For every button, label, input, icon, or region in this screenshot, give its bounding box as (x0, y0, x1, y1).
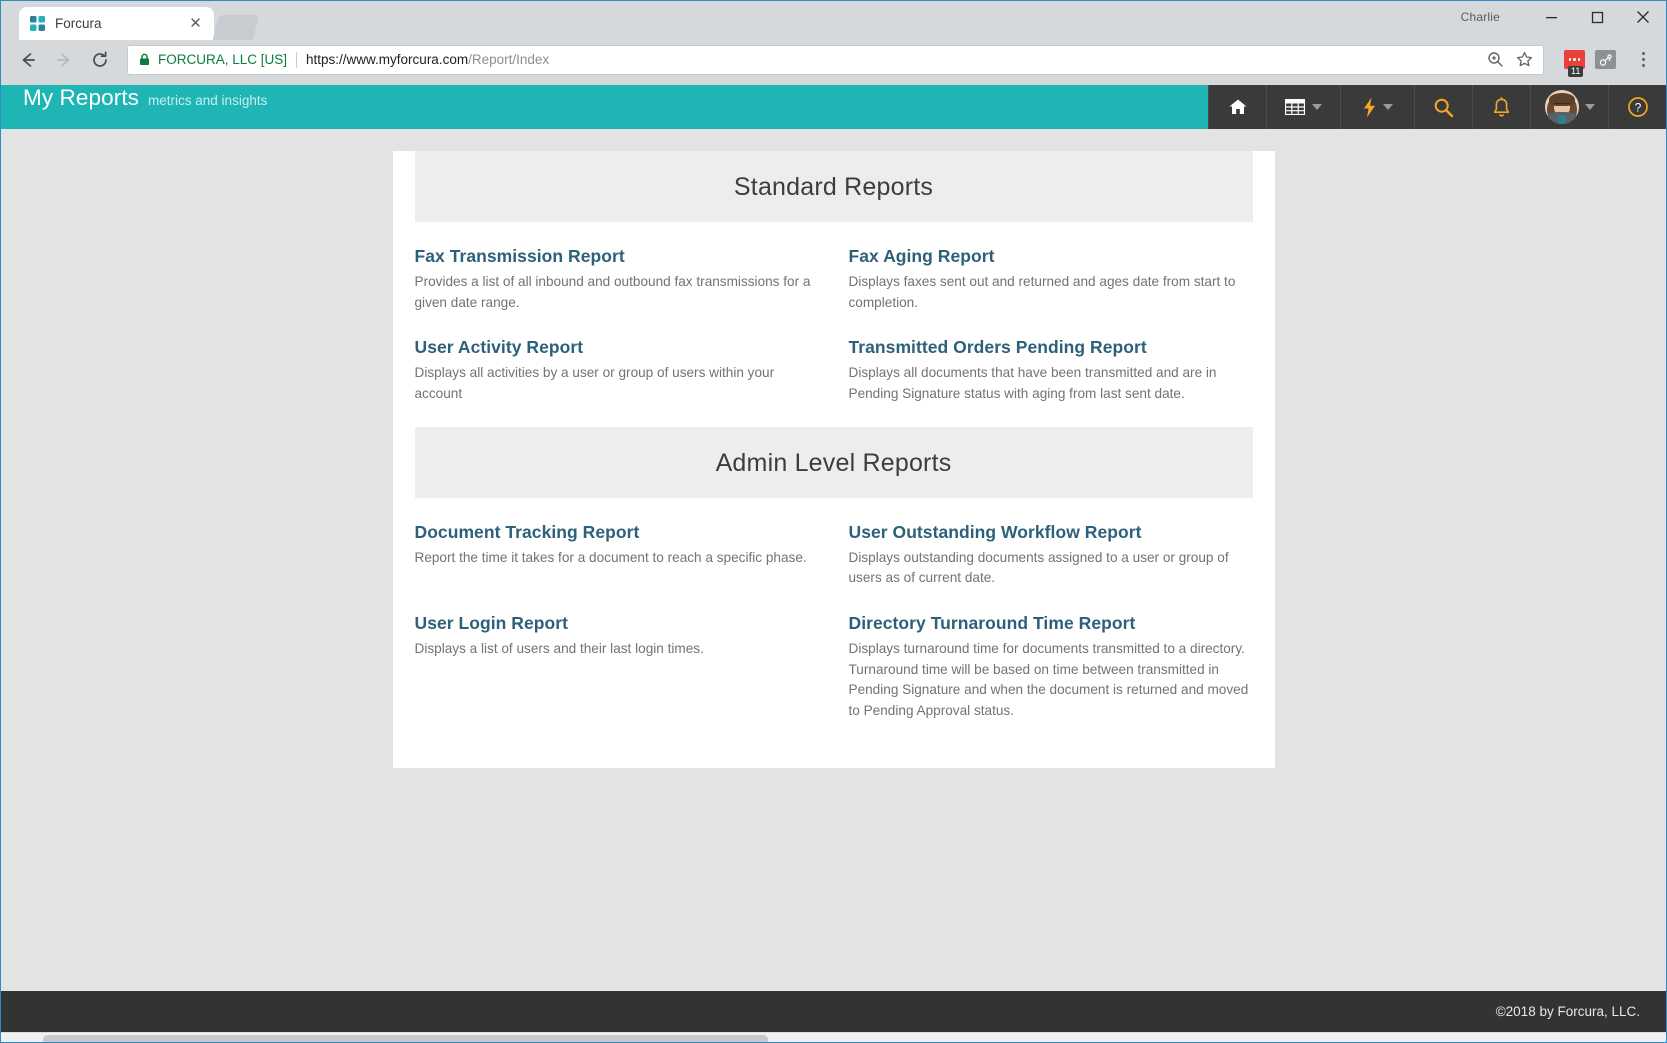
app-nav: ? (1208, 85, 1666, 129)
report-link-fax-transmission[interactable]: Fax Transmission Report (415, 246, 625, 267)
omnibox-divider (296, 51, 298, 68)
copyright-text: ©2018 by Forcura, LLC. (1495, 1004, 1640, 1019)
page-subtitle: metrics and insights (148, 93, 268, 108)
nav-item-home[interactable] (1208, 85, 1266, 129)
nav-item-search[interactable] (1414, 85, 1472, 129)
report-description: Displays faxes sent out and returned and… (848, 274, 1236, 310)
horizontal-scrollbar-thumb[interactable] (43, 1035, 768, 1042)
report-description: Displays all activities by a user or gro… (414, 365, 775, 401)
minimize-icon[interactable] (1528, 1, 1574, 33)
page-footer: ©2018 by Forcura, LLC. (1, 991, 1666, 1032)
report-description: Displays a list of users and their last … (414, 640, 704, 656)
new-tab-button[interactable] (212, 15, 260, 40)
avatar (1544, 90, 1579, 124)
tab-strip: Forcura ✕ Charlie (1, 1, 1666, 40)
search-icon (1433, 97, 1454, 118)
report-item: Document Tracking Report Report the time… (415, 498, 819, 589)
report-link-document-tracking[interactable]: Document Tracking Report (415, 522, 640, 543)
report-link-user-login[interactable]: User Login Report (415, 613, 569, 634)
url-path: /Report/Index (468, 52, 550, 67)
extension-hubspot-icon[interactable] (1595, 50, 1616, 69)
forcura-favicon-icon (29, 15, 46, 32)
report-link-user-activity[interactable]: User Activity Report (415, 337, 584, 358)
section-heading-admin-level-reports: Admin Level Reports (414, 426, 1253, 498)
browser-tab-forcura[interactable]: Forcura ✕ (19, 7, 214, 40)
horizontal-scrollbar[interactable] (1, 1032, 1666, 1042)
chevron-down-icon (1312, 104, 1322, 110)
svg-text:?: ? (1634, 101, 1641, 115)
reports-card: Standard Reports Fax Transmission Report… (392, 151, 1275, 768)
extension-red-icon[interactable]: 11 (1564, 50, 1585, 77)
lock-icon (138, 53, 151, 66)
report-description: Report the time it takes for a document … (414, 549, 807, 565)
section-heading-standard-reports: Standard Reports (414, 151, 1253, 222)
nav-item-notifications[interactable] (1472, 85, 1530, 129)
report-link-user-outstanding-workflow[interactable]: User Outstanding Workflow Report (849, 522, 1142, 543)
maximize-icon[interactable] (1574, 1, 1620, 33)
report-item: User Login Report Displays a list of use… (415, 589, 819, 722)
report-item: Transmitted Orders Pending Report Displa… (849, 313, 1253, 404)
bookmark-star-icon[interactable] (1516, 51, 1533, 68)
browser-window: Forcura ✕ Charlie FORCURA, LLC [US] http… (0, 0, 1667, 1043)
report-item: Directory Turnaround Time Report Display… (849, 589, 1253, 722)
report-item: User Outstanding Workflow Report Display… (849, 498, 1253, 589)
report-description: Displays outstanding documents assigned … (848, 549, 1229, 586)
address-bar[interactable]: FORCURA, LLC [US] https://www.myforcura.… (127, 44, 1544, 75)
report-link-transmitted-orders-pending[interactable]: Transmitted Orders Pending Report (849, 337, 1147, 358)
browser-toolbar: FORCURA, LLC [US] https://www.myforcura.… (1, 40, 1666, 85)
standard-reports-grid: Fax Transmission Report Provides a list … (393, 222, 1275, 405)
nav-item-quick-actions[interactable] (1340, 85, 1414, 129)
close-icon[interactable] (1620, 1, 1666, 33)
back-icon[interactable] (13, 45, 43, 75)
bell-icon (1492, 96, 1511, 118)
admin-reports-grid: Document Tracking Report Report the time… (393, 498, 1275, 722)
report-item: Fax Aging Report Displays faxes sent out… (849, 222, 1253, 313)
reload-icon[interactable] (85, 45, 115, 75)
app-header: My Reports metrics and insights ? (1, 85, 1666, 129)
page-body: Standard Reports Fax Transmission Report… (1, 129, 1666, 991)
lightning-bolt-icon (1363, 97, 1376, 118)
extension-badge-count: 11 (1568, 66, 1584, 77)
tab-title: Forcura (55, 16, 102, 31)
tab-close-icon[interactable]: ✕ (187, 15, 204, 32)
report-link-directory-turnaround-time[interactable]: Directory Turnaround Time Report (849, 613, 1136, 634)
chevron-down-icon (1584, 104, 1595, 110)
page-title: My Reports (23, 85, 140, 110)
window-controls: Charlie (1461, 1, 1666, 33)
help-icon: ? (1627, 96, 1649, 118)
extension-icons: 11 (1564, 47, 1654, 77)
nav-item-user-menu[interactable] (1530, 85, 1608, 129)
zoom-icon[interactable] (1487, 51, 1504, 68)
report-item: Fax Transmission Report Provides a list … (415, 222, 819, 313)
home-icon (1228, 97, 1248, 117)
report-description: Displays all documents that have been tr… (848, 365, 1217, 401)
report-link-fax-aging[interactable]: Fax Aging Report (849, 246, 995, 267)
report-item: User Activity Report Displays all activi… (415, 313, 819, 404)
security-label: FORCURA, LLC [US] (158, 52, 288, 67)
report-description: Provides a list of all inbound and outbo… (414, 274, 811, 310)
forward-icon (49, 45, 79, 75)
grid-icon (1285, 99, 1305, 115)
url-host: https://www.myforcura.com (306, 52, 469, 67)
nav-item-help[interactable]: ? (1608, 85, 1666, 129)
chrome-menu-icon[interactable] (1632, 47, 1654, 73)
nav-item-apps[interactable] (1266, 85, 1340, 129)
report-description: Displays turnaround time for documents t… (848, 640, 1249, 718)
window-user-label: Charlie (1460, 10, 1500, 24)
app-brand: My Reports metrics and insights (1, 85, 1208, 129)
chevron-down-icon (1382, 104, 1393, 110)
